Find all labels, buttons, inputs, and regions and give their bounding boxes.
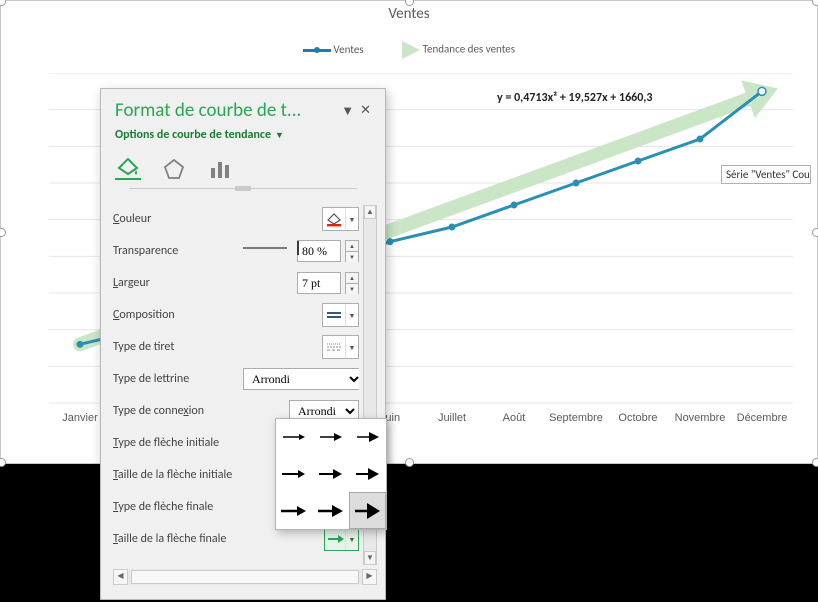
fill-line-tab-icon[interactable]: [115, 156, 141, 180]
legend-swatch-line-icon: [303, 49, 331, 52]
pane-options-icon[interactable]: ▼: [341, 103, 354, 119]
svg-text:Décembre: Décembre: [737, 412, 788, 423]
data-tooltip: Série "Ventes" Cou: [721, 165, 811, 184]
color-picker-button[interactable]: ▼: [322, 207, 359, 231]
pane-subtitle[interactable]: Options de courbe de tendance▼: [115, 128, 371, 142]
resize-handle[interactable]: [812, 458, 818, 467]
effects-tab-icon[interactable]: [161, 158, 187, 180]
horizontal-scrollbar[interactable]: ◀ ▶: [113, 569, 377, 585]
begin-arrow-type-label: Type de flèche initiale: [113, 436, 273, 450]
chevron-down-icon: ▼: [345, 304, 358, 326]
chart-title[interactable]: Ventes: [1, 5, 817, 23]
color-label: Couleur: [113, 212, 243, 226]
width-input[interactable]: [297, 272, 341, 294]
arrow-size-picker-popup[interactable]: [275, 418, 387, 530]
resize-handle[interactable]: [0, 458, 6, 467]
scroll-thumb[interactable]: [131, 570, 359, 584]
cap-label: Type de lettrine: [113, 372, 243, 386]
end-arrow-type-label: Type de flèche finale: [113, 500, 273, 514]
arrow-size-cell[interactable]: [313, 419, 350, 456]
resize-handle[interactable]: [405, 458, 414, 467]
arrow-size-cell-selected[interactable]: [349, 492, 386, 529]
transparency-spinner[interactable]: ▲▼: [345, 240, 359, 262]
pane-icon-tabs: [115, 156, 371, 180]
scroll-right-icon[interactable]: ▶: [362, 569, 377, 585]
svg-text:Août: Août: [503, 412, 526, 423]
resize-handle[interactable]: [0, 228, 6, 237]
arrow-size-cell[interactable]: [313, 456, 350, 493]
arrow-size-cell[interactable]: [276, 456, 313, 493]
legend[interactable]: Ventes Tendance des ventes: [1, 41, 817, 59]
width-label: Largeur: [113, 276, 243, 290]
scroll-left-icon[interactable]: ◀: [113, 569, 128, 585]
svg-text:Octobre: Octobre: [618, 412, 657, 423]
pane-title: Format de courbe de t...: [115, 99, 341, 122]
width-spinner[interactable]: ▲▼: [345, 272, 359, 294]
chevron-down-icon: ▼: [345, 208, 358, 230]
svg-text:Novembre: Novembre: [675, 412, 726, 423]
cap-type-select[interactable]: Arrondi: [243, 368, 359, 390]
chevron-down-icon: ▼: [345, 528, 358, 550]
trendline-equation[interactable]: y = 0,4713x² + 19,527x + 1660,3: [497, 91, 652, 105]
scroll-up-icon[interactable]: ▲: [364, 205, 376, 219]
arrow-size-cell[interactable]: [313, 492, 350, 529]
arrow-size-cell[interactable]: [276, 419, 313, 456]
resize-handle[interactable]: [812, 228, 818, 237]
svg-text:Janvier: Janvier: [62, 412, 98, 423]
legend-label: Tendance des ventes: [423, 43, 515, 56]
end-arrow-size-label: Taille de la flèche finale: [113, 532, 273, 546]
dash-label: Type de tiret: [113, 340, 243, 354]
arrow-size-cell[interactable]: [349, 419, 386, 456]
transparency-label: Transparence: [113, 244, 243, 258]
join-label: Type de connexion: [113, 404, 243, 418]
legend-swatch-trend-icon: [402, 41, 420, 59]
trendline-options-tab-icon[interactable]: [207, 158, 233, 180]
dash-type-button[interactable]: ▼: [322, 335, 359, 359]
chevron-down-icon: ▼: [345, 336, 358, 358]
begin-arrow-size-label: Taille de la flèche initiale: [113, 468, 273, 482]
pane-close-icon[interactable]: ✕: [360, 103, 371, 119]
transparency-slider[interactable]: [243, 240, 287, 256]
arrow-size-cell[interactable]: [276, 492, 313, 529]
svg-text:Septembre: Septembre: [549, 412, 603, 423]
compound-type-button[interactable]: ▼: [322, 303, 359, 327]
transparency-input[interactable]: [297, 240, 341, 262]
svg-text:Juillet: Juillet: [438, 412, 466, 423]
arrow-size-cell[interactable]: [349, 456, 386, 493]
compound-label: Composition: [113, 308, 243, 322]
scroll-down-icon[interactable]: ▼: [364, 551, 376, 565]
legend-label: Ventes: [333, 43, 363, 56]
end-arrow-size-button[interactable]: ▼: [324, 527, 359, 551]
pane-subtitle-text: Options de courbe de tendance: [115, 128, 271, 142]
